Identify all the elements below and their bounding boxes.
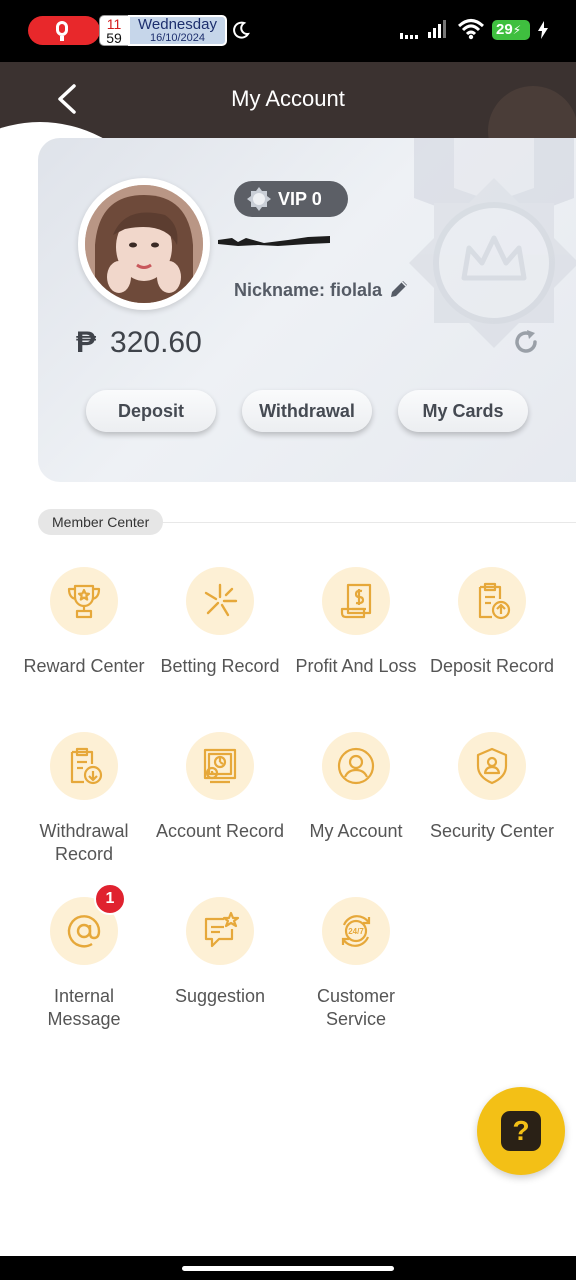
vip-badge[interactable]: VIP 0	[234, 181, 348, 217]
edit-pencil-icon[interactable]	[388, 278, 410, 300]
menu-label: Suggestion	[174, 986, 266, 1006]
question-mark-icon: ?	[501, 1111, 541, 1151]
menu-label: Security Center	[429, 821, 555, 841]
menu-deposit-record[interactable]: Deposit Record	[424, 567, 560, 678]
page-title: My Account	[231, 86, 345, 111]
avatar[interactable]	[78, 178, 210, 310]
clock-minute: 59	[106, 30, 122, 46]
balance-amount: 320.60	[110, 326, 202, 359]
support-24-7-icon: 24/7	[322, 897, 390, 965]
menu-withdrawal-record[interactable]: Withdrawal Record	[16, 732, 152, 866]
currency-symbol: ₱	[76, 326, 97, 359]
clipboard-upload-icon	[458, 567, 526, 635]
monitor-chart-icon	[186, 732, 254, 800]
unread-badge: 1	[94, 883, 126, 915]
menu-security-center[interactable]: Security Center	[424, 732, 560, 843]
menu-label: My Account	[309, 821, 403, 841]
deposit-button[interactable]: Deposit	[86, 390, 216, 432]
medal-watermark-icon	[409, 138, 576, 348]
refresh-icon[interactable]	[512, 328, 540, 356]
signal-bars-icon	[428, 20, 446, 38]
help-button[interactable]: ?	[477, 1087, 565, 1175]
date-day: Wednesday	[138, 16, 217, 33]
vip-label: VIP 0	[278, 189, 322, 209]
menu-suggestion[interactable]: Suggestion	[152, 897, 288, 1008]
battery-icon: 29⚡	[492, 20, 530, 40]
mic-icon	[56, 21, 68, 36]
nickname-label: Nickname: fiolala	[234, 280, 383, 300]
account-card: VIP 0 Nickname: fiolala ₱ 320.60 Deposit …	[38, 138, 576, 482]
menu-customer-service[interactable]: 24/7 Customer Service	[288, 897, 424, 1031]
recording-indicator[interactable]	[28, 16, 100, 45]
balance-display: ₱ 320.60	[76, 326, 202, 360]
menu-label: Reward Center	[23, 656, 145, 676]
receipt-dollar-icon	[322, 567, 390, 635]
menu-my-account[interactable]: My Account	[288, 732, 424, 843]
menu-reward-center[interactable]: Reward Center	[16, 567, 152, 678]
svg-text:24/7: 24/7	[348, 927, 364, 936]
menu-label: Betting Record	[160, 656, 280, 676]
vip-medal-icon	[247, 187, 271, 211]
clock-widget: 11 59	[99, 15, 129, 46]
menu-label: Internal Message	[47, 986, 121, 1029]
sparkle-icon	[186, 567, 254, 635]
menu-internal-message[interactable]: 1 Internal Message	[16, 883, 152, 1031]
moon-icon	[233, 21, 250, 39]
home-gesture-handle[interactable]	[182, 1266, 394, 1271]
status-bar: 11 59 Wednesday 16/10/2024 29⚡	[0, 0, 576, 62]
menu-label: Profit And Loss	[295, 656, 417, 676]
clipboard-download-icon	[50, 732, 118, 800]
avatar-photo	[85, 185, 203, 303]
member-center-title: Member Center	[38, 509, 164, 535]
menu-betting-record[interactable]: Betting Record	[152, 567, 288, 678]
system-nav-bar	[0, 1256, 576, 1280]
at-sign-icon: 1	[50, 883, 126, 965]
menu-label: Customer Service	[316, 986, 396, 1029]
menu-label: Account Record	[155, 821, 285, 841]
menu-label: Withdrawal Record	[39, 821, 129, 864]
username-redacted	[218, 236, 330, 246]
user-circle-icon	[322, 732, 390, 800]
menu-label: Deposit Record	[429, 656, 555, 676]
charging-bolt-icon	[538, 21, 548, 39]
menu-profit-and-loss[interactable]: Profit And Loss	[288, 567, 424, 678]
menu-account-record[interactable]: Account Record	[152, 732, 288, 843]
my-cards-button[interactable]: My Cards	[398, 390, 528, 432]
chat-star-icon	[186, 897, 254, 965]
date-value: 16/10/2024	[149, 32, 206, 44]
withdrawal-button[interactable]: Withdrawal	[242, 390, 372, 432]
shield-user-icon	[458, 732, 526, 800]
trophy-icon	[50, 567, 118, 635]
date-widget: Wednesday 16/10/2024	[128, 15, 227, 46]
signal-dots-icon	[400, 33, 418, 39]
clock-hour: 11	[106, 16, 122, 32]
battery-level: 29	[496, 21, 513, 38]
wifi-icon	[458, 19, 484, 40]
